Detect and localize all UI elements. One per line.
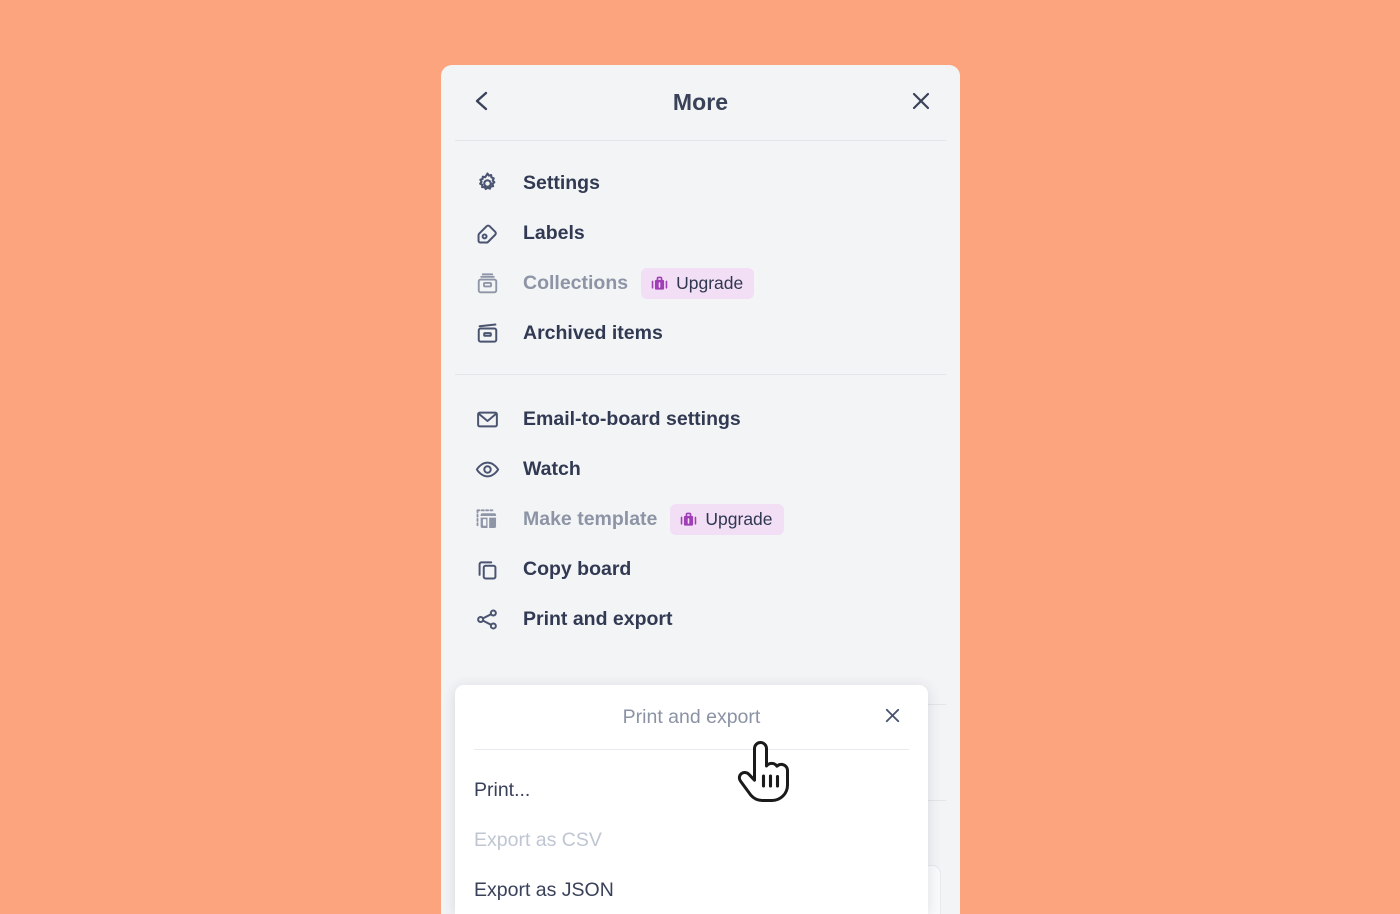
- tag-icon: [475, 221, 509, 246]
- menu-item-label: Labels: [523, 221, 585, 244]
- menu-item-label: Print and export: [523, 607, 673, 630]
- menu-item-labels[interactable]: Labels: [441, 208, 960, 258]
- popup-item-export-json[interactable]: Export as JSON: [455, 865, 928, 914]
- menu-item-make-template[interactable]: Make template Upgrade: [441, 494, 960, 544]
- briefcase-icon: [650, 274, 669, 293]
- panel-header: More: [441, 65, 960, 140]
- upgrade-badge[interactable]: Upgrade: [641, 267, 755, 299]
- close-icon: [910, 90, 932, 115]
- menu-item-collections[interactable]: Collections Upgrade: [441, 258, 960, 308]
- upgrade-badge-label: Upgrade: [676, 272, 744, 293]
- upgrade-badge[interactable]: Upgrade: [670, 503, 784, 535]
- eye-icon: [475, 457, 509, 482]
- close-panel-button[interactable]: [904, 86, 938, 120]
- popup-header: Print and export: [455, 685, 928, 749]
- chevron-left-icon: [472, 89, 492, 116]
- menu-item-archived-items[interactable]: Archived items: [441, 308, 960, 358]
- menu-item-label: Make template: [523, 507, 658, 530]
- close-icon: [883, 706, 902, 728]
- menu-item-label: Email-to-board settings: [523, 407, 741, 430]
- popup-title: Print and export: [622, 705, 761, 728]
- copy-icon: [475, 557, 509, 582]
- menu-item-label: Archived items: [523, 321, 663, 344]
- popup-item-export-csv: Export as CSV: [474, 828, 602, 851]
- menu-item-watch[interactable]: Watch: [441, 444, 960, 494]
- upgrade-badge-label: Upgrade: [705, 508, 773, 529]
- menu-item-copy-board[interactable]: Copy board: [441, 544, 960, 594]
- template-icon: [475, 507, 509, 532]
- share-icon: [475, 607, 509, 632]
- close-popup-button[interactable]: [877, 702, 907, 732]
- menu-item-label: Watch: [523, 457, 581, 480]
- menu-item-print-and-export[interactable]: Print and export: [441, 594, 960, 644]
- popup-item-print[interactable]: Print...: [455, 765, 928, 815]
- collections-icon: [475, 271, 509, 296]
- menu-item-label: Copy board: [523, 557, 632, 580]
- menu-item-settings[interactable]: Settings: [441, 158, 960, 208]
- envelope-icon: [475, 407, 509, 432]
- menu-item-email-to-board-settings[interactable]: Email-to-board settings: [441, 394, 960, 444]
- popup-option-list: Print... Export as CSV Export as JSON: [455, 750, 928, 914]
- briefcase-icon: [679, 510, 698, 529]
- menu-item-label: Collections: [523, 271, 629, 294]
- back-button[interactable]: [465, 86, 499, 120]
- gear-icon: [475, 171, 509, 196]
- archive-icon: [475, 321, 509, 346]
- menu-item-label: Settings: [523, 171, 600, 194]
- menu-group-general: Settings Labels Collections Upgrade Arch…: [441, 141, 960, 374]
- menu-group-board-actions: Email-to-board settings Watch Make templ…: [441, 375, 960, 660]
- print-and-export-popup: Print and export Print... Export as CSV …: [455, 685, 928, 914]
- page-title: More: [672, 89, 729, 115]
